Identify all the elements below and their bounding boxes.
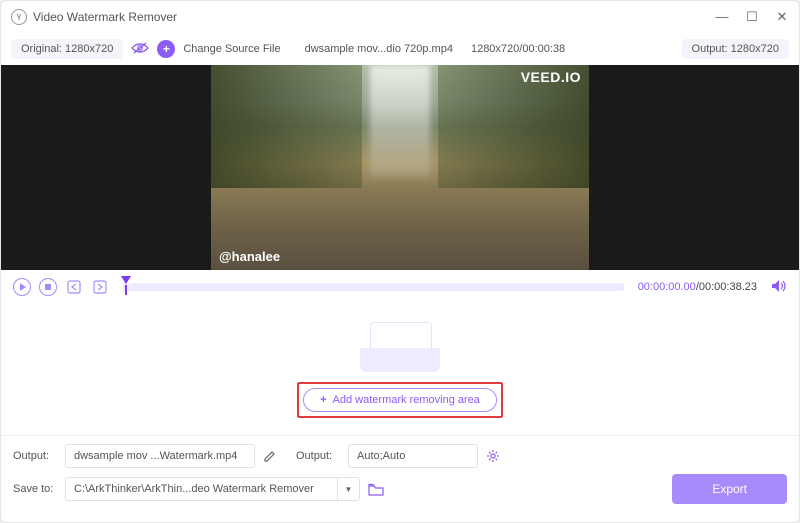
timeline-slider[interactable] (123, 283, 624, 291)
app-window: Video Watermark Remover — ☐ ✕ Original: … (0, 0, 800, 523)
app-title: Video Watermark Remover (33, 10, 715, 24)
output-format-field[interactable]: Auto;Auto (348, 444, 478, 468)
bottom-panel: Output: dwsample mov ...Watermark.mp4 Ou… (1, 435, 799, 522)
frame-back-button[interactable] (65, 278, 83, 296)
time-duration: 00:00:38.23 (699, 281, 757, 293)
edit-filename-icon[interactable] (263, 450, 276, 463)
change-source-label[interactable]: Change Source File (183, 43, 280, 55)
titlebar: Video Watermark Remover — ☐ ✕ (1, 1, 799, 33)
time-current: 00:00:00.00 (638, 281, 696, 293)
tray-icon (360, 322, 440, 372)
preview-eye-icon[interactable] (131, 41, 149, 57)
watermark-top-right: VEED.IO (521, 69, 581, 85)
open-folder-icon[interactable] (368, 483, 384, 496)
original-dimensions-chip: Original: 1280x720 (11, 39, 123, 59)
video-frame[interactable]: VEED.IO @hanalee (211, 65, 589, 270)
window-controls: — ☐ ✕ (715, 9, 789, 25)
output-filename-field[interactable]: dwsample mov ...Watermark.mp4 (65, 444, 255, 468)
export-button[interactable]: Export (672, 474, 787, 504)
topbar: Original: 1280x720 + Change Source File … (1, 33, 799, 65)
source-filename: dwsample mov...dio 720p.mp4 (305, 43, 453, 55)
stop-button[interactable] (39, 278, 57, 296)
output-file-label: Output: (13, 450, 57, 462)
app-logo-icon (11, 9, 27, 25)
save-to-path-field[interactable]: C:\ArkThinker\ArkThin...deo Watermark Re… (65, 477, 338, 501)
output-format-label: Output: (296, 450, 340, 462)
add-watermark-area-label: Add watermark removing area (333, 394, 480, 406)
save-to-label: Save to: (13, 483, 57, 495)
source-dims-duration: 1280x720/00:00:38 (471, 43, 565, 55)
output-dimensions-chip: Output: 1280x720 (682, 39, 789, 59)
highlight-box: + Add watermark removing area (297, 382, 503, 418)
watermark-bottom-left: @hanalee (219, 249, 280, 264)
timecode: 00:00:00.00/00:00:38.23 (638, 281, 757, 293)
close-icon[interactable]: ✕ (775, 9, 789, 25)
volume-icon[interactable] (771, 279, 787, 296)
maximize-icon[interactable]: ☐ (745, 9, 759, 25)
save-to-dropdown-icon[interactable]: ▼ (338, 477, 360, 501)
player-controls: 00:00:00.00/00:00:38.23 (1, 270, 799, 304)
watermark-area-panel: + Add watermark removing area (1, 304, 799, 435)
video-preview-area: VEED.IO @hanalee (1, 65, 799, 270)
add-source-icon[interactable]: + (157, 40, 175, 58)
minimize-icon[interactable]: — (715, 9, 729, 25)
play-button[interactable] (13, 278, 31, 296)
plus-icon: + (320, 394, 326, 406)
add-watermark-area-button[interactable]: + Add watermark removing area (303, 388, 497, 412)
settings-gear-icon[interactable] (486, 449, 500, 463)
frame-forward-button[interactable] (91, 278, 109, 296)
timeline-playhead-icon[interactable] (123, 276, 133, 286)
